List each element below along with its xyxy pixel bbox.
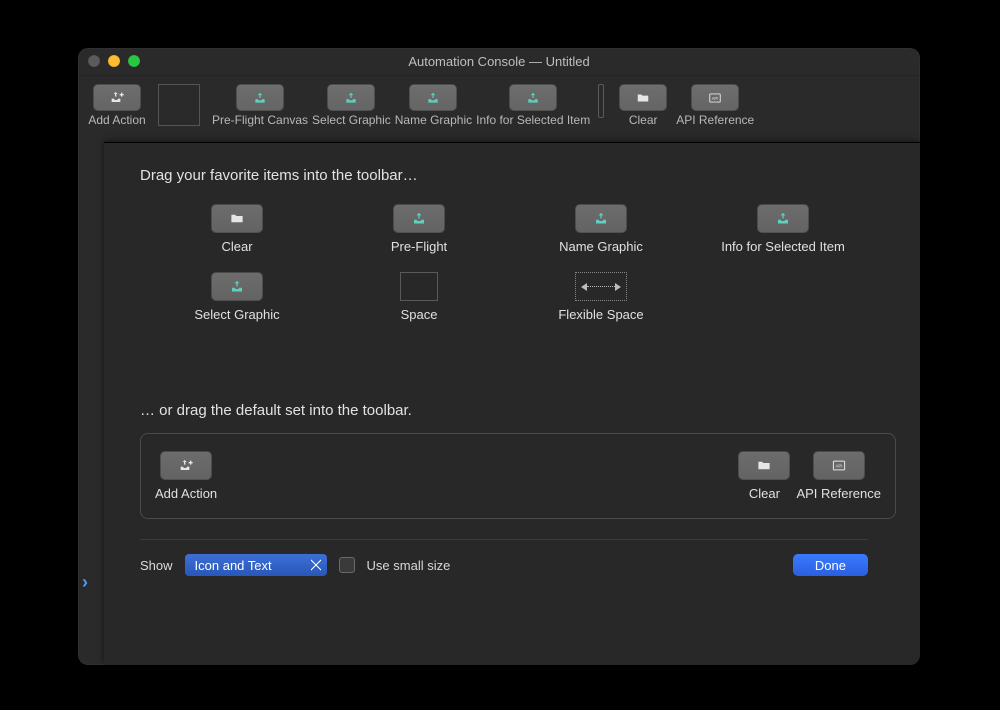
toolbar-item-preflight[interactable]: Pre-Flight Canvas (210, 82, 310, 127)
tray-icon (342, 91, 360, 105)
tray-icon (773, 211, 793, 226)
palette-item-space[interactable]: Space (332, 272, 506, 322)
done-label: Done (815, 558, 846, 573)
default-label: Add Action (155, 486, 217, 501)
tray-icon (591, 211, 611, 226)
toolbar-item-name[interactable]: Name Graphic (393, 82, 474, 127)
folder-icon (754, 458, 774, 473)
window: Automation Console — Untitled Add Action… (78, 48, 920, 665)
flex-arrow-icon (581, 282, 621, 292)
tray-icon (524, 91, 542, 105)
palette-item-flexible-space[interactable]: Flexible Space (514, 272, 688, 322)
api-icon (828, 458, 850, 473)
toolbar-item-clear[interactable]: Clear (612, 82, 674, 127)
add-action-icon (106, 90, 128, 106)
console-prompt-icon: › (82, 572, 88, 593)
separator (140, 539, 868, 540)
zoom-window-button[interactable] (128, 55, 140, 67)
toolbar-divider[interactable] (598, 84, 604, 118)
name-button[interactable] (409, 84, 457, 111)
window-title: Automation Console — Untitled (408, 54, 589, 69)
add-action-button[interactable] (93, 84, 141, 111)
tray-icon (409, 211, 429, 226)
preflight-button[interactable] (236, 84, 284, 111)
use-small-size-label: Use small size (367, 558, 451, 573)
toolbar-label: Name Graphic (395, 113, 472, 127)
palette-label: Flexible Space (558, 307, 643, 322)
show-mode-value: Icon and Text (195, 558, 272, 573)
api-button[interactable] (691, 84, 739, 111)
select-button[interactable] (327, 84, 375, 111)
done-button[interactable]: Done (793, 554, 868, 576)
show-label: Show (140, 558, 173, 573)
toolbar-space[interactable] (148, 82, 210, 126)
space-slot[interactable] (158, 84, 200, 126)
info-button[interactable] (509, 84, 557, 111)
palette-label: Clear (221, 239, 252, 254)
clear-button[interactable] (619, 84, 667, 111)
sheet-footer: Show Icon and Text Use small size Done (140, 554, 868, 594)
folder-icon (634, 91, 652, 105)
default-label: API Reference (796, 486, 881, 501)
close-window-button[interactable] (88, 55, 100, 67)
palette-item-name[interactable]: Name Graphic (514, 204, 688, 254)
default-item-api[interactable]: API Reference (796, 451, 881, 501)
minimize-window-button[interactable] (108, 55, 120, 67)
palette-label: Name Graphic (559, 239, 643, 254)
tray-icon (227, 279, 247, 294)
toolbar-item-api[interactable]: API Reference (674, 82, 756, 127)
toolbar-label: API Reference (676, 113, 754, 127)
palette-item-clear[interactable]: Clear (150, 204, 324, 254)
toolbar-item-add-action[interactable]: Add Action (86, 82, 148, 127)
toolbar-label: Select Graphic (312, 113, 391, 127)
default-item-add-action[interactable]: Add Action (155, 451, 217, 501)
available-items-palette: Clear Pre-Flight Name Graphic Info for S… (150, 204, 870, 322)
palette-label: Info for Selected Item (721, 239, 845, 254)
palette-label: Space (401, 307, 438, 322)
space-icon (400, 272, 438, 301)
show-mode-popup[interactable]: Icon and Text (185, 554, 327, 576)
toolbar-item-info[interactable]: Info for Selected Item (474, 82, 592, 127)
toolbar-label: Info for Selected Item (476, 113, 590, 127)
toolbar-label: Add Action (88, 113, 145, 127)
palette-label: Pre-Flight (391, 239, 447, 254)
titlebar: Automation Console — Untitled (78, 48, 920, 76)
default-label: Clear (749, 486, 780, 501)
sheet-heading: Drag your favorite items into the toolba… (140, 167, 884, 184)
customize-toolbar-sheet: Drag your favorite items into the toolba… (104, 142, 920, 665)
current-toolbar: Add Action Pre-Flight Canvas Select Grap… (78, 76, 920, 131)
toolbar-label: Clear (629, 113, 658, 127)
tray-icon (251, 91, 269, 105)
tray-icon (424, 91, 442, 105)
sheet-subheading: … or drag the default set into the toolb… (140, 402, 884, 419)
use-small-size-checkbox[interactable] (339, 557, 355, 573)
palette-item-info[interactable]: Info for Selected Item (696, 204, 870, 254)
palette-item-select[interactable]: Select Graphic (150, 272, 324, 322)
toolbar-label: Pre-Flight Canvas (212, 113, 308, 127)
palette-item-preflight[interactable]: Pre-Flight (332, 204, 506, 254)
add-action-icon (175, 458, 197, 474)
flex-space-icon (575, 272, 627, 301)
default-item-clear[interactable]: Clear (738, 451, 790, 501)
api-icon (705, 91, 725, 105)
folder-icon (227, 211, 247, 226)
default-toolbar-set[interactable]: Add Action Clear API Reference (140, 433, 896, 519)
window-controls (88, 55, 140, 67)
palette-label: Select Graphic (194, 307, 279, 322)
toolbar-item-select[interactable]: Select Graphic (310, 82, 393, 127)
